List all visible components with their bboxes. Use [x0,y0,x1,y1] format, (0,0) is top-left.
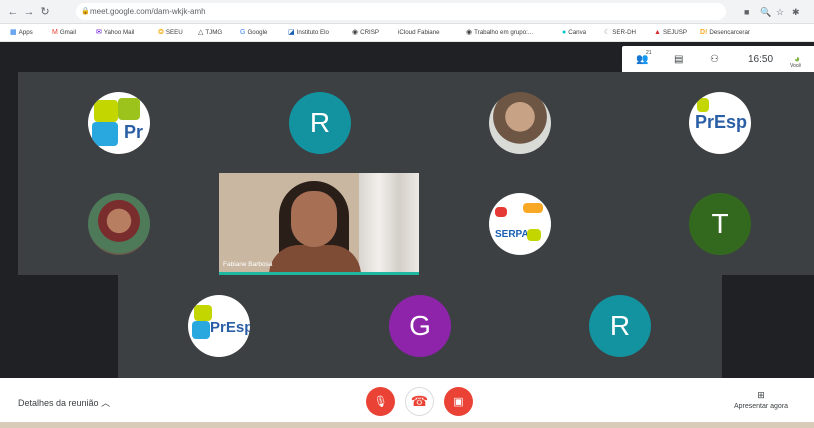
ser-dh-icon: ☾ [604,29,611,36]
camera-off-button[interactable]: ▣ [444,387,473,416]
gmail-icon: M [52,29,58,36]
participant-avatar-t[interactable]: T [689,193,751,255]
seeu-icon: ❂ [158,29,164,36]
puzzle-logo-icon: PrEsp [188,295,250,357]
bookmarks-bar: ▦ Apps M Gmail ✉ Yahoo Mail ❂ SEEU △ TJMG G Go… [0,24,814,42]
participant-avatar-presp[interactable]: PrEsp [689,92,751,154]
desencarcerar-icon: D! [700,29,708,36]
participant-avatar-r[interactable]: R [289,92,351,154]
extension-icon[interactable]: ✱ [792,4,800,20]
avatar-initial: G [409,310,431,341]
bookmark-desencarcerar[interactable]: D! Desencarcerar [700,28,750,38]
presp-logo-icon: PrEsp [689,92,751,154]
back-icon[interactable]: ← [6,4,20,20]
elo-icon: ◪ [288,29,295,36]
participant-avatar-logo[interactable]: Pr [88,92,150,154]
apps-icon: ▦ [10,29,17,36]
bookmark-icloud[interactable]: iCloud Fabiane [396,28,440,38]
meeting-details-button[interactable]: Detalhes da reunião ︿ [18,396,110,409]
bookmark-seeu[interactable]: ❂ SEEU [158,28,183,38]
self-label: Você [790,63,802,69]
bookmark-trabalho[interactable]: ◉ Trabalho em grupo:... [466,28,533,38]
participant-avatar-r-2[interactable]: R [589,295,651,357]
mic-off-icon: 🎙 [373,396,388,408]
forward-icon[interactable]: → [22,4,36,20]
meeting-info-panel: 👥 21 ▤ ⚇ 16:50 ◕ Você [622,46,814,73]
bookmark-yahoo[interactable]: ✉ Yahoo Mail [96,28,134,38]
taskbar-strip [0,422,814,428]
bookmark-crisp[interactable]: ◉ CRISP [352,28,379,38]
bookmark-google[interactable]: G Google [240,28,267,38]
participant-avatar-serpa[interactable]: SERPA [489,193,551,255]
avatar-initial: R [309,107,331,138]
zoom-icon[interactable]: 🔍 [760,4,771,20]
bookmark-ser-dh[interactable]: ☾ SER-DH [604,28,636,38]
address-bar[interactable]: 🔒 meet.google.com/dam-wkjk-amh [76,3,726,20]
sejusp-icon: ▲ [654,29,661,36]
bookmark-gmail[interactable]: M Gmail [52,28,76,38]
browser-toolbar: ← → ↻ 🔒 meet.google.com/dam-wkjk-amh ■ 🔍… [0,0,814,24]
globe-icon: ◉ [466,29,473,36]
camera-icon[interactable]: ■ [744,4,749,20]
meeting-grid: 👥 21 ▤ ⚇ 16:50 ◕ Você Pr R PrEsp Fabiane… [0,42,814,378]
reload-icon[interactable]: ↻ [38,4,52,20]
speaker-face [291,191,337,247]
featured-video-tile[interactable]: Fabiane Barbosa [219,173,419,275]
hang-up-icon: ☎ [410,393,429,409]
meeting-controls-bar: Detalhes da reunião ︿ 🎙 ☎ ▣ ⊞ Apresentar… [0,378,814,422]
avatar-initial: T [711,208,729,239]
participant-avatar-g[interactable]: G [389,295,451,357]
canva-icon: ● [562,29,567,36]
bookmark-instituto-elo[interactable]: ◪ Instituto Elo [288,28,329,38]
camera-off-icon: ▣ [453,396,464,408]
url-text: meet.google.com/dam-wkjk-amh [90,7,206,16]
clock-time: 16:50 [748,54,774,65]
puzzle-logo-icon: Pr [88,92,150,154]
participant-avatar-photo-2[interactable] [88,193,150,255]
participant-avatar-presp-2[interactable]: PrEsp [188,295,250,357]
serpa-logo-icon: SERPA [489,193,551,255]
bookmark-tjmg[interactable]: △ TJMG [198,28,222,38]
participant-avatar-photo[interactable] [489,92,551,154]
star-icon[interactable]: ☆ [776,4,784,20]
crisp-icon: ◉ [352,29,359,36]
avatar-initial: R [609,310,631,341]
bookmark-canva[interactable]: ● Canva [562,28,586,38]
participant-count: 21 [646,50,652,56]
bookmark-apps[interactable]: ▦ Apps [10,28,33,38]
lock-icon: 🔒 [81,8,90,15]
tjmg-icon: △ [198,29,204,36]
present-now-button[interactable]: ⊞ Apresentar agora [728,390,794,410]
present-icon: ⊞ [757,390,765,400]
bookmark-sejusp[interactable]: ▲ SEJUSP [654,28,687,38]
mic-off-button[interactable]: 🎙 [366,387,395,416]
leave-call-button[interactable]: ☎ [405,387,434,416]
chevron-up-icon: ︿ [101,398,111,408]
activities-icon[interactable]: ⚇ [710,53,719,66]
google-icon: G [240,29,246,36]
video-background [359,173,419,272]
chat-icon[interactable]: ▤ [674,53,683,66]
speaker-name: Fabiane Barbosa [223,261,273,268]
yahoo-icon: ✉ [96,29,102,36]
